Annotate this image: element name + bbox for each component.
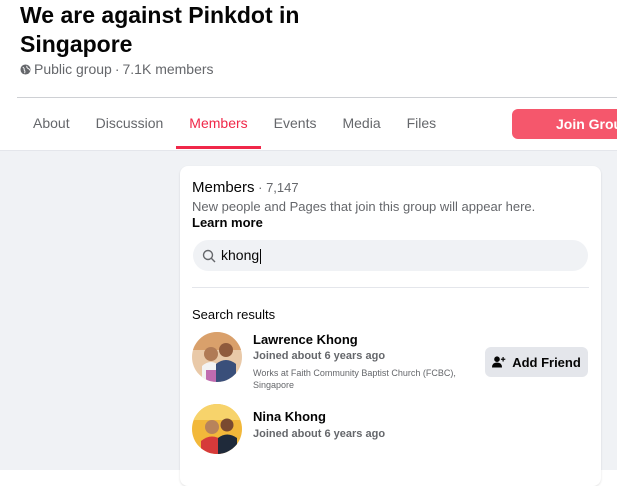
tabs-divider — [0, 150, 617, 151]
search-result-item: Nina Khong Joined about 6 years ago — [192, 404, 592, 456]
avatar[interactable] — [192, 404, 242, 454]
add-person-icon — [492, 356, 506, 368]
members-description: New people and Pages that join this grou… — [192, 199, 572, 231]
meta-separator: · — [114, 61, 120, 77]
group-meta: Public group · 7.1K members — [20, 61, 214, 77]
search-result-item: Lawrence Khong Joined about 6 years ago … — [192, 332, 592, 392]
add-friend-label: Add Friend — [512, 354, 581, 370]
tab-events[interactable]: Events — [261, 99, 330, 147]
group-header: We are against Pinkdot in Singapore Publ… — [0, 0, 617, 150]
avatar-photo — [192, 404, 242, 454]
join-group-button[interactable]: Join Grou — [512, 109, 617, 139]
globe-icon — [20, 63, 31, 75]
description-text: New people and Pages that join this grou… — [192, 199, 536, 214]
search-results-title: Search results — [192, 307, 276, 322]
tab-media[interactable]: Media — [329, 99, 393, 147]
result-joined: Joined about 6 years ago — [253, 428, 386, 440]
members-label: Members — [192, 179, 255, 196]
tab-files[interactable]: Files — [394, 99, 450, 147]
member-search-input[interactable]: khong — [193, 240, 588, 271]
result-name[interactable]: Nina Khong — [253, 409, 326, 424]
members-heading: Members · 7,147 — [192, 179, 299, 196]
avatar[interactable] — [192, 332, 242, 382]
member-summary[interactable]: 7.1K members — [123, 61, 214, 77]
search-value: khong — [221, 247, 262, 264]
search-text: khong — [221, 247, 260, 264]
tab-about[interactable]: About — [20, 99, 83, 147]
result-name[interactable]: Lawrence Khong — [253, 332, 358, 347]
tab-discussion[interactable]: Discussion — [83, 99, 177, 147]
group-tabs: About Discussion Members Events Media Fi… — [20, 99, 449, 149]
result-joined: Joined about 6 years ago — [253, 350, 386, 362]
text-caret — [260, 248, 262, 264]
avatar-photo — [192, 332, 242, 382]
privacy-label: Public group — [34, 61, 112, 77]
search-icon — [202, 249, 216, 262]
learn-more-link[interactable]: Learn more — [192, 215, 263, 230]
members-card: Members · 7,147 New people and Pages tha… — [180, 166, 601, 486]
members-count: · 7,147 — [254, 180, 299, 195]
header-divider — [17, 97, 617, 98]
card-divider — [192, 287, 589, 288]
group-title[interactable]: We are against Pinkdot in Singapore — [20, 1, 350, 59]
tab-members[interactable]: Members — [176, 99, 262, 149]
result-work: Works at Faith Community Baptist Church … — [253, 368, 456, 390]
add-friend-button[interactable]: Add Friend — [485, 347, 588, 377]
